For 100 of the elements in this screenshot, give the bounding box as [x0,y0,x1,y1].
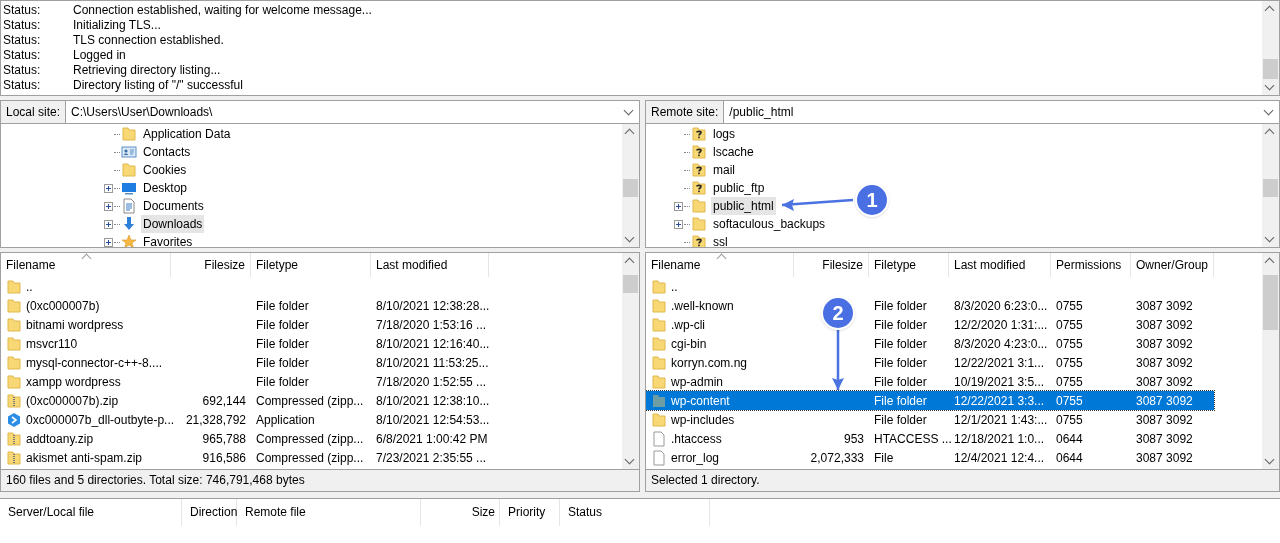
expand-icon[interactable] [104,219,113,229]
column-header[interactable]: Size [421,499,500,526]
selected-row[interactable]: wp-content File folder 12/22/2021 3:3... 0755 3087 3092 [646,391,1214,410]
scrollbar[interactable] [1262,1,1279,95]
question-folder-icon [691,144,707,160]
table-cell: File folder [256,355,309,370]
scrollbar[interactable] [622,253,639,469]
column-header[interactable]: Remote file [237,499,421,526]
tree-item[interactable]: public_ftp [711,179,767,197]
column-header[interactable]: Last modified [949,253,1051,277]
tree-item[interactable]: mail [711,161,737,179]
column-header[interactable]: Owner/Group [1131,253,1214,277]
column-header[interactable]: Filename [1,253,171,277]
table-cell-text: .wp-cli [671,316,705,334]
expand-icon[interactable] [104,201,113,211]
expand-icon[interactable] [104,183,113,193]
column-header[interactable]: Priority [500,499,560,526]
tree-item[interactable]: Contacts [141,143,193,161]
column-header[interactable]: Permissions [1051,253,1131,277]
table-cell: File folder [874,412,927,427]
tree-item[interactable]: Downloads [141,215,205,233]
folder-icon [6,278,22,295]
folder-icon [6,335,22,352]
tree-item[interactable]: logs [711,125,737,143]
app-icon [6,411,22,428]
table-cell: 12/22/2021 3:1... [954,355,1045,370]
table-cell-text: cgi-bin [671,335,707,353]
log-type: Status: [3,78,42,93]
tree-item[interactable]: Favorites [141,233,195,247]
column-header[interactable]: Filesize [794,253,869,277]
tree-item[interactable]: Documents [141,197,206,215]
column-header[interactable]: Filetype [869,253,949,277]
table-cell: 3087 3092 [1136,412,1193,427]
status-text: Selected 1 directory. [651,473,760,487]
table-cell: 12/4/2021 12:4... [954,450,1045,465]
table-cell: 8/10/2021 12:54:53... [376,412,490,427]
question-folder-icon [691,234,707,247]
expand-icon[interactable] [674,201,683,211]
table-cell-text: korryn.com.ng [671,354,748,372]
table-cell: 8/10/2021 12:38:28... [376,298,490,313]
question-folder-icon [691,180,707,196]
column-header[interactable]: Filename [646,253,794,277]
folder-icon [651,297,667,314]
zip-folder-icon [6,430,22,447]
table-cell-text: wp-includes [671,411,735,429]
zip-folder-icon [6,392,22,409]
table-cell: 12/2/2020 1:31:... [954,317,1048,332]
column-header[interactable]: Server/Local file [0,499,182,526]
column-header[interactable]: Status [560,499,710,526]
scrollbar[interactable] [1262,124,1279,247]
document-icon [121,198,137,214]
folder-icon [6,373,22,390]
table-cell: File [874,450,894,465]
column-header[interactable]: Filesize [171,253,251,277]
table-cell: 0755 [1056,393,1083,408]
status-text: 160 files and 5 directories. Total size: 746,791,468 bytes [6,473,305,487]
table-cell: File folder [256,336,309,351]
table-cell: File folder [874,355,927,370]
tree-item[interactable]: public_html [711,197,776,215]
table-cell-text: .well-known [671,297,734,315]
log-message: TLS connection established. [73,33,224,48]
table-cell: File folder [256,298,309,313]
table-cell: 3087 3092 [1136,355,1193,370]
download-arrow-icon [121,216,137,232]
tree-item[interactable]: lscache [711,143,756,161]
tree-item[interactable]: softaculous_backups [711,215,828,233]
log-type: Status: [3,63,42,78]
tree-item[interactable]: Desktop [141,179,190,197]
file-icon [651,430,667,447]
tree-item[interactable]: Application Data [141,125,233,143]
column-header[interactable]: Filetype [251,253,371,277]
table-cell-text: error_log [671,449,720,467]
table-cell: 0755 [1056,374,1083,389]
scrollbar[interactable] [622,124,639,247]
tree-item[interactable]: ssl [711,233,730,247]
table-cell: File folder [874,298,927,313]
zip-folder-icon [6,449,22,466]
table-cell: 0755 [1056,355,1083,370]
table-cell: 965,788 [202,431,246,446]
column-header[interactable]: Last modified [371,253,489,277]
log-message: Initializing TLS... [73,18,161,33]
folder-icon [6,354,22,371]
table-cell: 3087 3092 [1136,317,1193,332]
table-cell: 0755 [1056,336,1083,351]
table-cell: 3087 3092 [1136,450,1193,465]
scrollbar[interactable] [1262,253,1279,469]
folder-icon [121,162,137,178]
table-cell: 12/18/2021 1:0... [954,431,1045,446]
table-cell: 12/22/2021 3:3... [954,393,1045,408]
table-cell: 0755 [1056,412,1083,427]
tree-item[interactable]: Cookies [141,161,189,179]
table-cell: 7/18/2020 1:52:55 ... [376,374,487,389]
table-cell: Application [256,412,315,427]
contact-card-icon [121,144,137,160]
table-cell: 0644 [1056,450,1083,465]
log-message: Logged in [73,48,126,63]
expand-icon[interactable] [104,237,113,247]
expand-icon[interactable] [674,219,683,229]
column-header[interactable]: Direction [182,499,237,526]
table-cell-text: .. [26,278,33,296]
